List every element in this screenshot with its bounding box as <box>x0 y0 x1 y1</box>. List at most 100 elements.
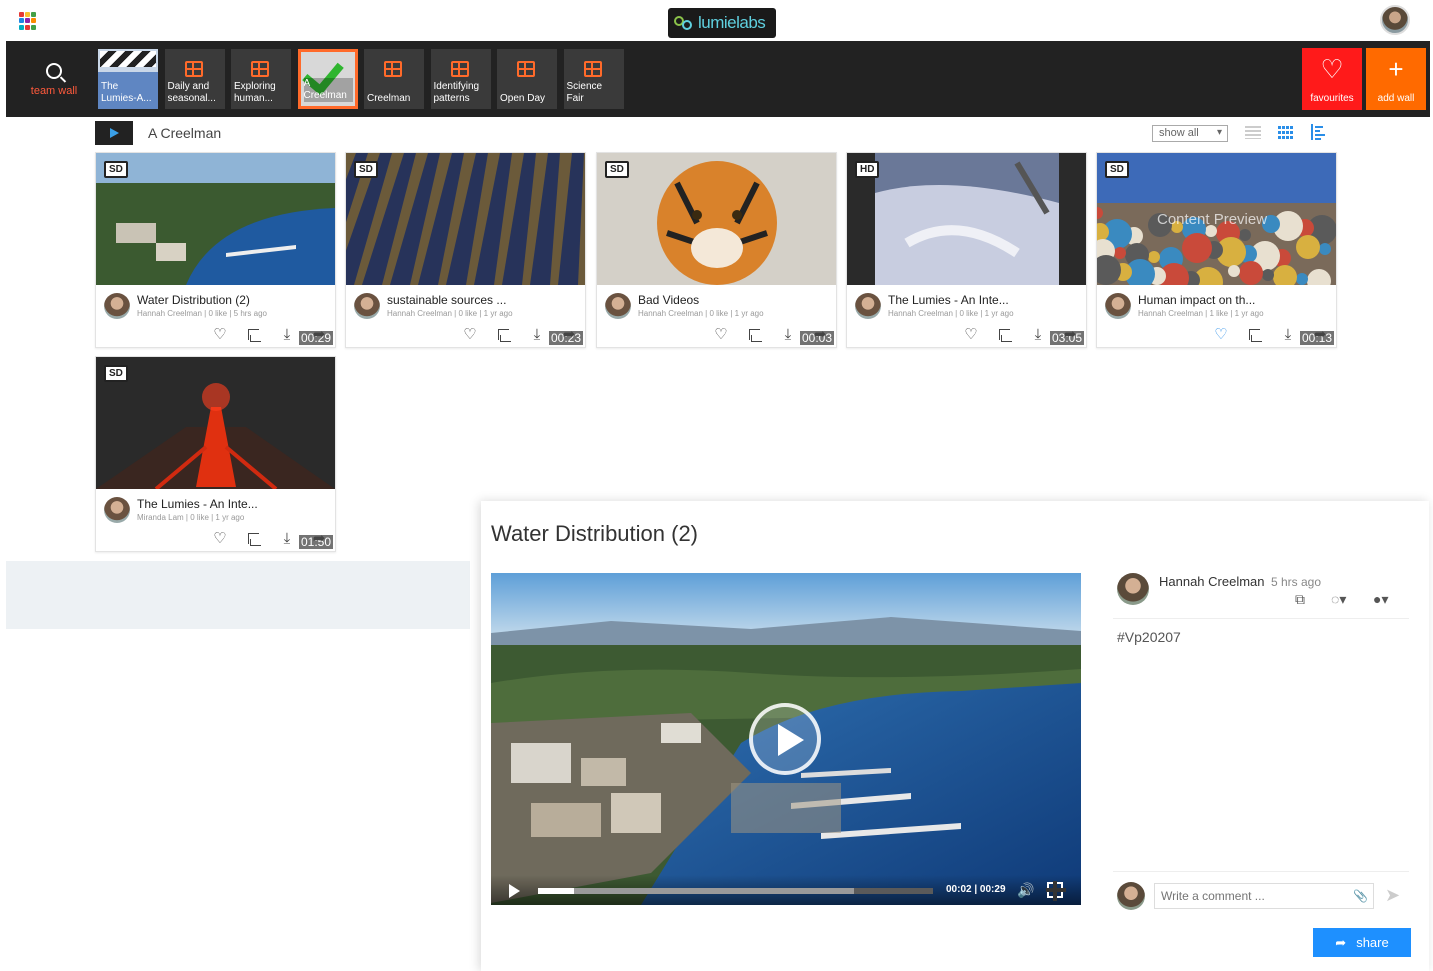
video-thumbnail[interactable] <box>96 357 335 489</box>
plus-icon: + <box>1388 54 1404 84</box>
share-button[interactable]: ➦ share <box>1313 928 1411 957</box>
quality-badge: SD <box>1105 161 1129 178</box>
video-player[interactable]: 00:02 | 00:29 🔊 <box>491 573 1081 905</box>
save-icon[interactable] <box>246 531 262 547</box>
video-card[interactable]: SD 01:50 The Lumies - An Inte... Miranda La… <box>95 356 336 552</box>
share-icon[interactable]: ➦ <box>311 531 327 547</box>
wall-tab[interactable]: Creelman <box>364 49 424 109</box>
card-actions: ♡ ⤓ ➦ <box>1213 327 1333 343</box>
video-thumbnail[interactable] <box>96 153 335 285</box>
like-heart-icon[interactable]: ♡ <box>963 327 979 343</box>
save-icon[interactable] <box>246 327 262 343</box>
save-icon[interactable] <box>496 327 512 343</box>
card-title[interactable]: sustainable sources ... <box>387 293 506 307</box>
card-title[interactable]: Human impact on th... <box>1138 293 1255 307</box>
wall-tab[interactable]: Daily and seasonal... <box>164 49 225 109</box>
like-heart-icon[interactable]: ♡ <box>713 327 729 343</box>
timeline-view-icon[interactable] <box>1311 124 1327 140</box>
wall-title: A Creelman <box>148 125 222 141</box>
attach-icon[interactable]: 📎 <box>1353 889 1368 903</box>
add-wall-button[interactable]: + add wall <box>1366 48 1426 110</box>
wall-icon <box>251 61 269 77</box>
wall-icon <box>384 61 402 77</box>
volume-icon[interactable]: 🔊 <box>1017 882 1034 899</box>
lumielabs-logo[interactable]: lumielabs <box>668 8 776 38</box>
wall-tab[interactable]: Open Day <box>497 49 557 109</box>
team-wall-search-button[interactable]: team wall <box>16 63 92 97</box>
list-view-icon[interactable] <box>1245 126 1261 139</box>
seek-buffered <box>538 888 854 894</box>
wall-tab[interactable]: The Lumies-A... <box>98 49 158 109</box>
download-icon[interactable]: ⤓ <box>279 327 295 343</box>
fullscreen-icon[interactable] <box>1046 881 1066 901</box>
apps-grid-icon[interactable] <box>19 12 37 30</box>
quality-badge: SD <box>605 161 629 178</box>
save-icon[interactable] <box>997 327 1013 343</box>
video-card[interactable]: SD 00:23 sustainable sources ... Hannah Cre… <box>345 152 586 348</box>
play-icon[interactable] <box>509 884 520 898</box>
video-card[interactable]: SD 00:29 Water Distribution (2) Hannah Cree… <box>95 152 336 348</box>
favourites-button[interactable]: ♡ favourites <box>1302 48 1362 110</box>
download-icon[interactable]: ⤓ <box>529 327 545 343</box>
filter-dropdown[interactable]: show all <box>1152 125 1228 142</box>
owner-avatar <box>605 293 631 319</box>
like-heart-icon[interactable]: ♡ <box>212 327 228 343</box>
video-thumbnail[interactable] <box>847 153 1086 285</box>
save-icon[interactable] <box>1247 327 1263 343</box>
share-icon[interactable]: ➦ <box>1062 327 1078 343</box>
share-icon[interactable]: ➦ <box>1312 327 1328 343</box>
play-wall-button[interactable] <box>95 121 133 145</box>
wall-icon <box>583 61 602 77</box>
wall-tab[interactable]: Science Fair <box>563 49 624 109</box>
card-actions: ♡ ⤓ ➦ <box>713 327 833 343</box>
author-avatar <box>1117 573 1149 605</box>
quality-badge: HD <box>855 161 880 178</box>
wall-tab-label: The Lumies-A... <box>101 81 152 104</box>
card-actions: ♡ ⤓ ➦ <box>212 327 332 343</box>
card-title[interactable]: The Lumies - An Inte... <box>888 293 1009 307</box>
share-icon[interactable]: ➦ <box>812 327 828 343</box>
video-thumbnail[interactable] <box>346 153 585 285</box>
card-title[interactable]: The Lumies - An Inte... <box>137 497 258 511</box>
video-card[interactable]: Content Preview SD 00:13 Human impact on th… <box>1096 152 1337 348</box>
big-play-button[interactable] <box>749 703 821 775</box>
share-icon[interactable]: ➦ <box>311 327 327 343</box>
download-icon[interactable]: ⤓ <box>780 327 796 343</box>
save-icon[interactable] <box>747 327 763 343</box>
share-icon[interactable]: ➦ <box>561 327 577 343</box>
card-actions: ♡ ⤓ ➦ <box>462 327 582 343</box>
card-title[interactable]: Water Distribution (2) <box>137 293 250 307</box>
video-card[interactable]: HD 03:05 The Lumies - An Inte... Hannah Cre… <box>846 152 1087 348</box>
divider <box>1113 871 1409 872</box>
user-avatar[interactable] <box>1380 5 1410 35</box>
download-icon[interactable]: ⤓ <box>1280 327 1296 343</box>
detail-title: Water Distribution (2) <box>491 521 699 546</box>
grid-view-icon[interactable] <box>1278 126 1294 140</box>
like-heart-icon[interactable]: ♡ <box>462 327 478 343</box>
wall-tab[interactable]: Identifying patterns <box>430 49 491 109</box>
wall-tab[interactable]: A Creelman <box>297 49 358 109</box>
time-display: 00:02 | 00:29 <box>946 884 1006 895</box>
more-options-icon[interactable]: ●▾ <box>1373 591 1388 608</box>
download-icon[interactable]: ⤓ <box>1030 327 1046 343</box>
card-meta: Hannah Creelman | 0 like | 1 yr ago <box>638 309 764 318</box>
video-card[interactable]: SD 00:03 Bad Videos Hannah Creelman | 0 lik… <box>596 152 837 348</box>
like-heart-icon[interactable]: ♡ <box>1213 327 1229 343</box>
posted-time: 5 hrs ago <box>1271 575 1322 589</box>
favourites-label: favourites <box>1310 93 1354 104</box>
card-meta: Hannah Creelman | 0 like | 1 yr ago <box>888 309 1014 318</box>
seek-bar[interactable] <box>538 888 933 894</box>
copy-icon[interactable]: ⧉ <box>1295 591 1305 608</box>
card-title[interactable]: Bad Videos <box>638 293 699 307</box>
download-icon[interactable]: ⤓ <box>279 531 295 547</box>
play-icon <box>109 128 119 138</box>
wall-tab-label: Science Fair <box>566 81 603 104</box>
video-thumbnail[interactable] <box>597 153 836 285</box>
comment-input[interactable] <box>1154 883 1374 909</box>
wall-tab[interactable]: Exploring human... <box>231 49 291 109</box>
like-heart-icon[interactable]: ♡ <box>212 531 228 547</box>
top-bar: lumielabs <box>0 0 1433 41</box>
send-icon[interactable]: ➤ <box>1385 885 1400 906</box>
comment-options-icon[interactable]: ◌▾ <box>1331 591 1346 608</box>
heart-icon: ♡ <box>1320 54 1344 84</box>
